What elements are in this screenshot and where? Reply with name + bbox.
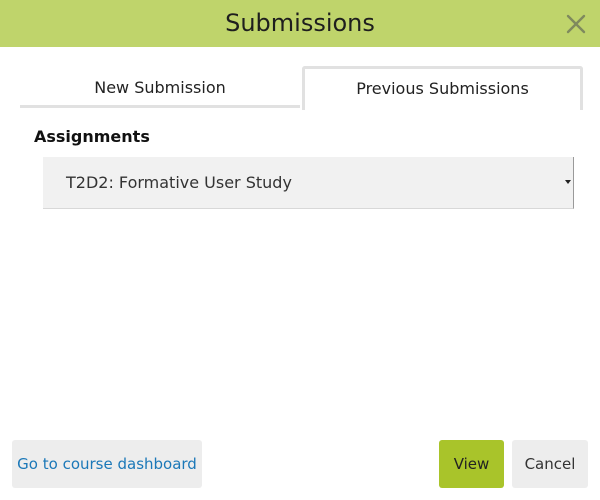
assignments-label: Assignments: [34, 127, 150, 146]
caret-down-icon: [565, 180, 571, 184]
close-button[interactable]: [562, 10, 590, 38]
assignment-select[interactable]: T2D2: Formative User Study: [43, 157, 574, 209]
go-to-dashboard-button[interactable]: Go to course dashboard: [12, 440, 202, 488]
cancel-button[interactable]: Cancel: [512, 440, 588, 488]
assignment-select-value: T2D2: Formative User Study: [66, 173, 292, 192]
dialog-title: Submissions: [225, 9, 375, 37]
submission-tabs: New Submission Previous Submissions: [20, 66, 583, 110]
tab-new-submission[interactable]: New Submission: [20, 66, 300, 108]
tab-previous-submissions[interactable]: Previous Submissions: [302, 66, 583, 110]
submissions-dialog: Submissions New Submission Previous Subm…: [0, 0, 600, 500]
view-button[interactable]: View: [439, 440, 504, 488]
close-icon: [566, 14, 586, 34]
